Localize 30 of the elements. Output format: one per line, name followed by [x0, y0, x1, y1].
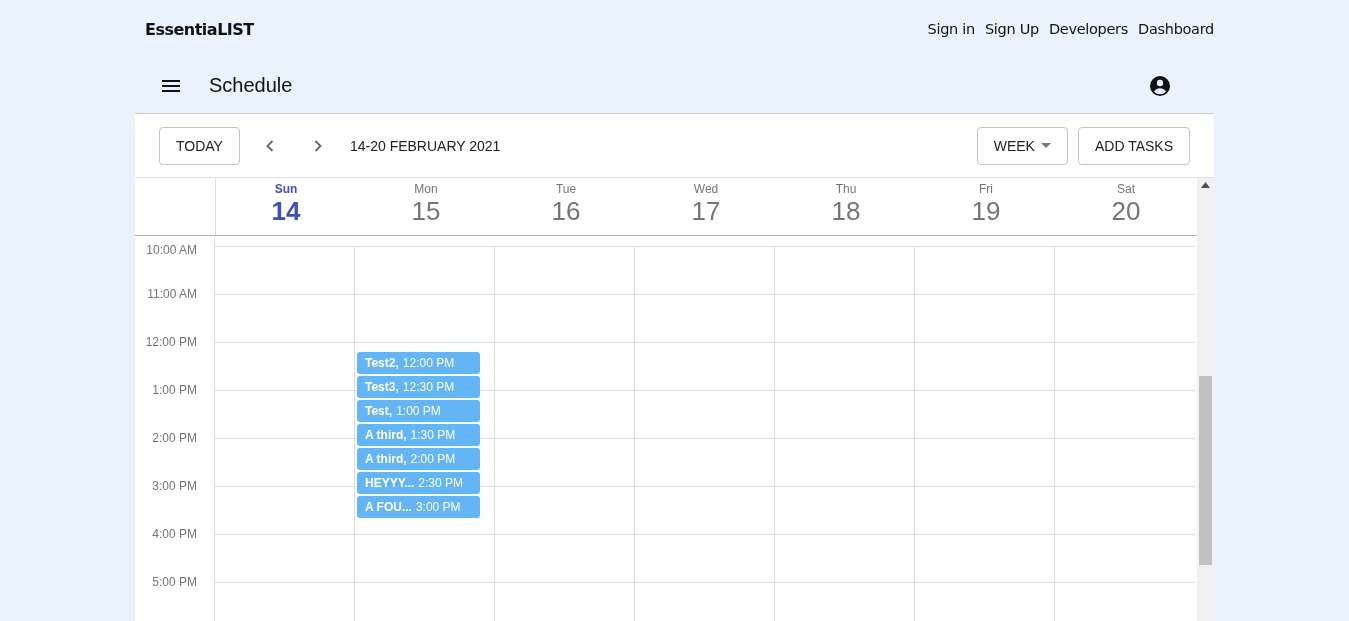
account-icon[interactable] — [1148, 73, 1172, 98]
day-header[interactable]: Sun 14 — [216, 178, 356, 235]
nav-link[interactable]: Sign in — [927, 21, 975, 37]
today-button[interactable]: TODAY — [159, 126, 240, 165]
day-header[interactable]: Sat 20 — [1056, 178, 1196, 235]
day-header[interactable]: Tue 16 — [496, 178, 636, 235]
page-title: Schedule — [209, 74, 294, 97]
time-label: 1:00 PM — [152, 383, 197, 397]
time-label: 3:00 PM — [152, 479, 197, 493]
caret-icon — [1040, 142, 1051, 149]
time-label: 11:00 AM — [147, 287, 197, 301]
nav-link[interactable]: Dashboard — [1138, 21, 1214, 37]
time-label: 2:00 PM — [152, 431, 197, 445]
add-tasks-button[interactable]: ADD TASKS — [1077, 126, 1190, 165]
nav-link[interactable]: Developers — [1048, 21, 1129, 37]
nav-link[interactable]: Sign Up — [984, 21, 1039, 37]
day-header[interactable]: Fri 19 — [916, 178, 1056, 235]
day-header[interactable]: Mon 15 — [356, 178, 496, 235]
day-header[interactable]: Wed 17 — [636, 178, 776, 235]
time-label: 12:00 PM — [145, 335, 197, 349]
scrollbar[interactable] — [1197, 178, 1214, 621]
view-select[interactable]: WEEK — [976, 126, 1068, 165]
date-range: 14-20 FEBRUARY 2021 — [349, 137, 502, 154]
brand-logo[interactable]: EssentiaLIST — [145, 19, 254, 39]
scroll-thumb[interactable] — [1199, 376, 1212, 565]
scroll-up-icon[interactable] — [1201, 182, 1210, 188]
time-label: 5:00 PM — [152, 575, 197, 589]
time-label: 10:00 AM — [146, 243, 197, 257]
day-header[interactable]: Thu 18 — [776, 178, 916, 235]
time-label: 4:00 PM — [152, 527, 197, 541]
